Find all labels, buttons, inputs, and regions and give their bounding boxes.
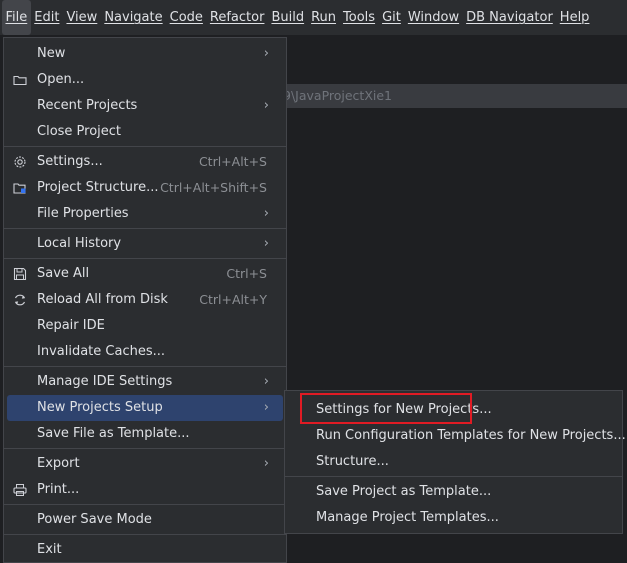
menu-separator: [4, 366, 286, 367]
chevron-right-icon: ›: [263, 98, 269, 113]
menu-item-open[interactable]: Open...: [7, 67, 283, 93]
menu-separator: [4, 228, 286, 229]
menu-window[interactable]: Window: [404, 0, 462, 35]
chevron-right-icon: ›: [263, 206, 269, 221]
menu-build[interactable]: Build: [268, 0, 308, 35]
menu-item-label: Open...: [37, 72, 85, 87]
menu-item-new-projects-setup[interactable]: New Projects Setup ›: [7, 395, 283, 421]
submenu-item-manage-project-templates[interactable]: Manage Project Templates...: [288, 505, 619, 531]
menu-separator: [4, 534, 286, 535]
menu-edit[interactable]: Edit: [31, 0, 63, 35]
menu-item-label: Export: [37, 456, 80, 471]
menu-file[interactable]: File: [2, 0, 31, 35]
menu-item-print[interactable]: Print...: [7, 477, 283, 503]
menu-item-label: Invalidate Caches...: [37, 344, 166, 359]
submenu-item-structure[interactable]: Structure...: [288, 449, 619, 475]
menu-item-label: Manage Project Templates...: [316, 510, 499, 525]
menu-separator: [4, 258, 286, 259]
menu-item-project-structure[interactable]: Project Structure... Ctrl+Alt+Shift+S: [7, 175, 283, 201]
project-structure-icon: [13, 183, 26, 194]
menu-item-label: Project Structure...: [37, 180, 159, 195]
menu-item-label: Structure...: [316, 454, 389, 469]
chevron-right-icon: ›: [263, 46, 269, 61]
submenu-item-run-configuration-templates[interactable]: Run Configuration Templates for New Proj…: [288, 423, 626, 449]
menu-item-repair-ide[interactable]: Repair IDE: [7, 313, 283, 339]
shortcut-text: Ctrl+Alt+Shift+S: [160, 180, 267, 195]
file-menu-dropdown: New › Open... Recent Projects › Close Pr…: [3, 37, 287, 563]
project-path-bar: 9\JavaProjectXie1: [286, 84, 627, 108]
chevron-right-icon: ›: [263, 400, 269, 415]
menu-item-label: Recent Projects: [37, 98, 138, 113]
shortcut-text: Ctrl+S: [226, 266, 267, 281]
new-projects-setup-submenu: Settings for New Projects... Run Configu…: [284, 390, 626, 534]
menu-refactor[interactable]: Refactor: [206, 0, 268, 35]
menu-item-label: Manage IDE Settings: [37, 374, 173, 389]
menu-item-label: Close Project: [37, 124, 122, 139]
menu-item-file-properties[interactable]: File Properties ›: [7, 201, 283, 227]
menu-tools[interactable]: Tools: [340, 0, 379, 35]
menu-item-recent-projects[interactable]: Recent Projects ›: [7, 93, 283, 119]
save-icon: [13, 267, 27, 281]
menu-item-reload-all[interactable]: Reload All from Disk Ctrl+Alt+Y: [7, 287, 283, 313]
menu-item-label: Power Save Mode: [37, 512, 152, 527]
menu-item-label: Exit: [37, 542, 62, 557]
menu-item-label: Repair IDE: [37, 318, 105, 333]
menu-separator: [4, 448, 286, 449]
shortcut-text: Ctrl+Alt+S: [198, 154, 267, 169]
menu-item-label: Local History: [37, 236, 122, 251]
menu-navigate[interactable]: Navigate: [101, 0, 166, 35]
menu-item-power-save-mode[interactable]: Power Save Mode: [7, 507, 283, 533]
menu-db-navigator[interactable]: DB Navigator: [463, 0, 557, 35]
submenu-item-save-project-as-template[interactable]: Save Project as Template...: [288, 479, 619, 505]
menu-help[interactable]: Help: [556, 0, 593, 35]
menu-item-save-all[interactable]: Save All Ctrl+S: [7, 261, 283, 287]
menu-item-label: Settings for New Projects...: [316, 402, 492, 417]
menu-view[interactable]: View: [63, 0, 101, 35]
chevron-right-icon: ›: [263, 374, 269, 389]
menu-item-label: Reload All from Disk: [37, 292, 168, 307]
shortcut-text: Ctrl+Alt+Y: [199, 292, 267, 307]
project-path-text: 9\JavaProjectXie1: [286, 88, 393, 103]
folder-icon: [13, 75, 27, 86]
menu-code[interactable]: Code: [166, 0, 206, 35]
menu-item-local-history[interactable]: Local History ›: [7, 231, 283, 257]
menu-item-label: Settings...: [37, 154, 103, 169]
menu-run[interactable]: Run: [308, 0, 340, 35]
menu-item-exit[interactable]: Exit: [7, 537, 283, 563]
menu-item-label: Save Project as Template...: [316, 484, 492, 499]
menu-item-label: New Projects Setup: [37, 400, 163, 415]
menu-item-new[interactable]: New ›: [7, 41, 283, 67]
menu-item-label: File Properties: [37, 206, 129, 221]
printer-icon: [13, 484, 27, 496]
menu-item-manage-ide-settings[interactable]: Manage IDE Settings ›: [7, 369, 283, 395]
main-menu-bar: File Edit View Navigate Code Refactor Bu…: [0, 0, 627, 35]
menu-git[interactable]: Git: [379, 0, 405, 35]
reload-icon: [14, 294, 26, 306]
menu-item-label: Save All: [37, 266, 90, 281]
menu-separator: [285, 476, 622, 477]
menu-item-save-file-as-template[interactable]: Save File as Template...: [7, 421, 283, 447]
menu-item-settings[interactable]: Settings... Ctrl+Alt+S: [7, 149, 283, 175]
gear-icon: [14, 156, 26, 168]
submenu-item-settings-for-new-projects[interactable]: Settings for New Projects...: [288, 397, 619, 423]
menu-item-export[interactable]: Export ›: [7, 451, 283, 477]
chevron-right-icon: ›: [263, 456, 269, 471]
menu-item-invalidate-caches[interactable]: Invalidate Caches...: [7, 339, 283, 365]
menu-separator: [4, 146, 286, 147]
menu-item-label: New: [37, 46, 66, 61]
menu-item-close-project[interactable]: Close Project: [7, 119, 283, 145]
menu-item-label: Run Configuration Templates for New Proj…: [316, 428, 626, 443]
menu-item-label: Print...: [37, 482, 80, 497]
menu-item-label: Save File as Template...: [37, 426, 190, 441]
menu-separator: [4, 504, 286, 505]
chevron-right-icon: ›: [263, 236, 269, 251]
